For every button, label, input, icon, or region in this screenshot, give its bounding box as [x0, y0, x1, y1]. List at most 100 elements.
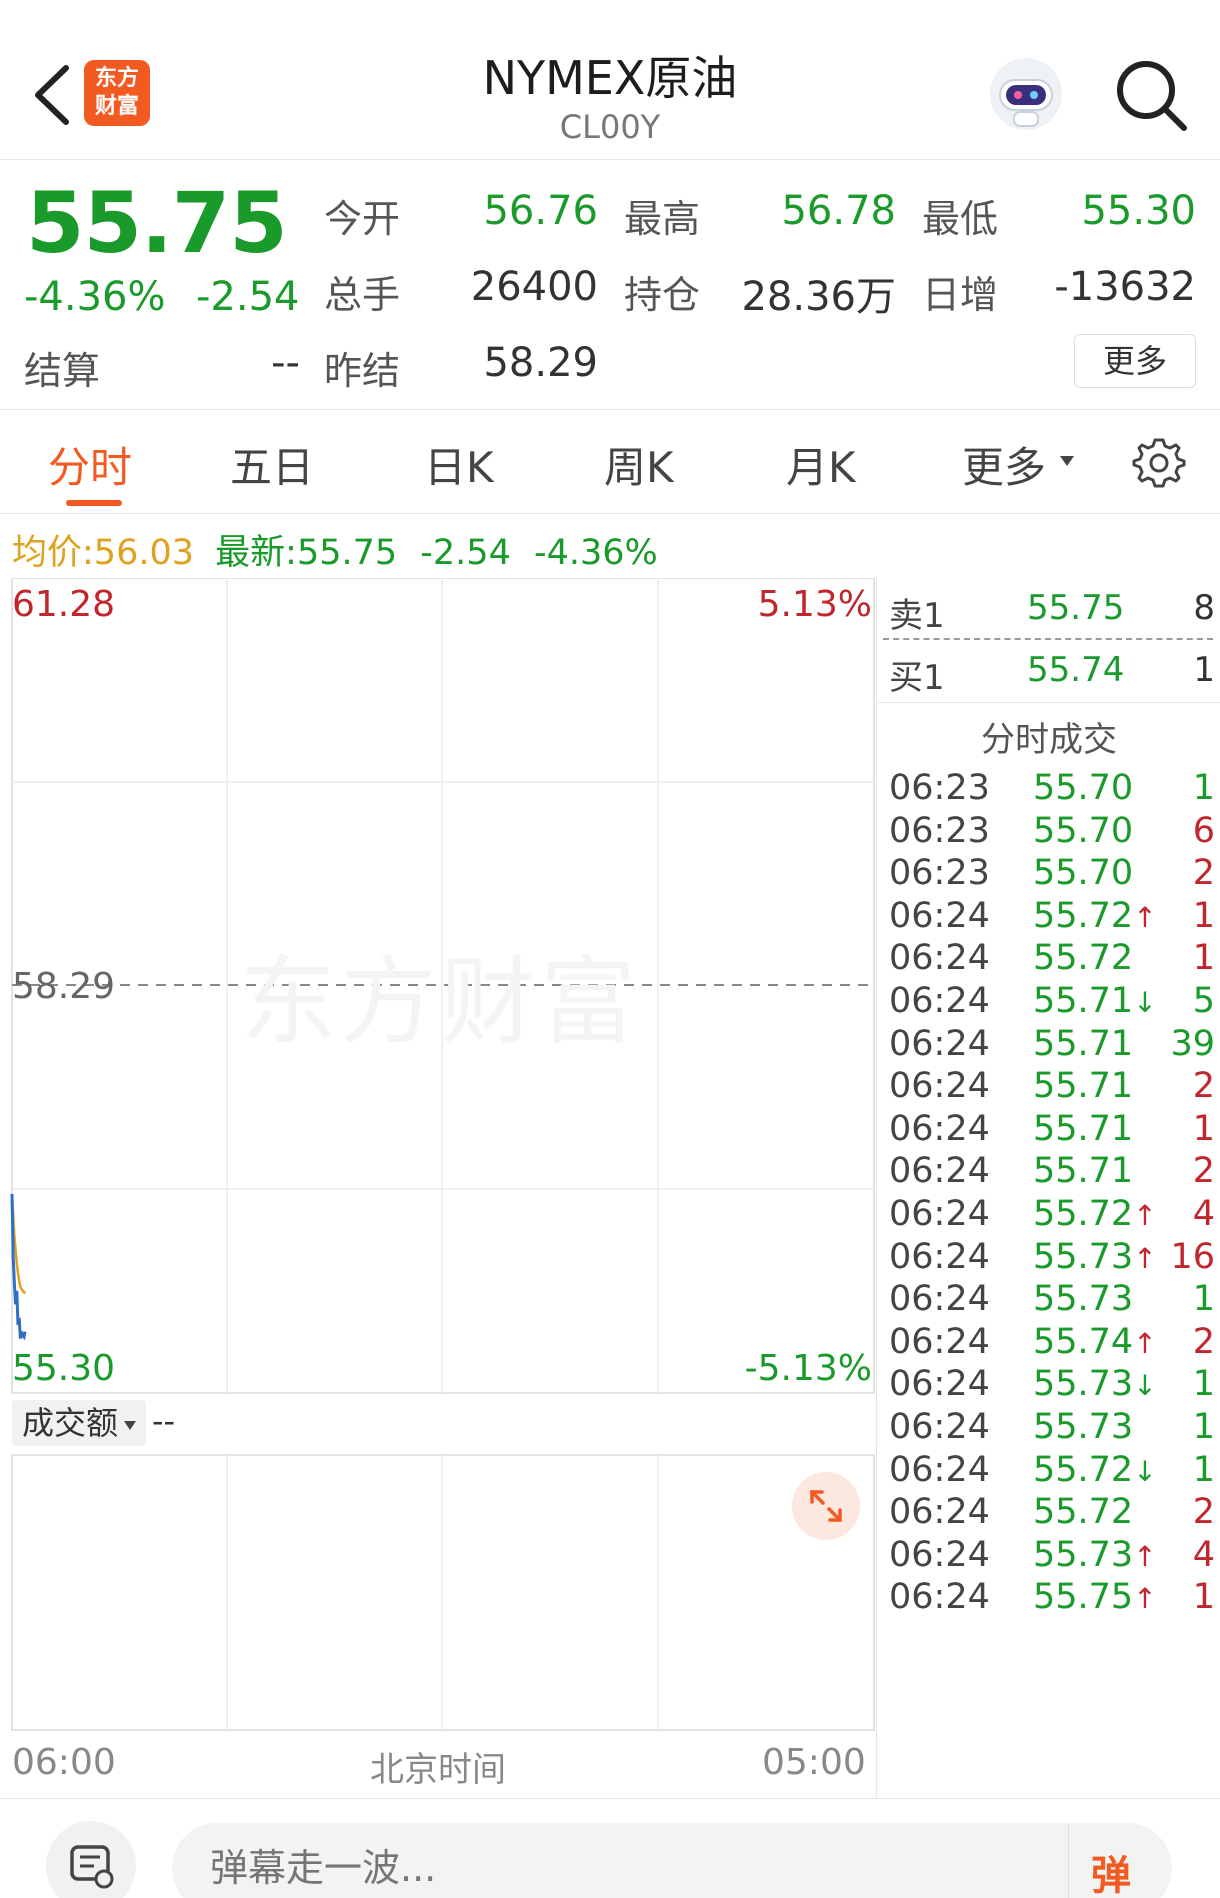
tick-row: 06:24 55.75↑ 1 — [883, 1577, 1220, 1629]
tick-price: 55.71 — [1033, 1109, 1133, 1149]
high-label: 最高 — [624, 197, 701, 241]
tab-daily-k[interactable]: 日K — [424, 434, 494, 495]
active-tab-indicator — [66, 500, 122, 506]
tick-price-value: 55.71 — [1033, 1108, 1134, 1149]
tick-price: 55.73 — [1033, 1279, 1133, 1319]
chart-info-line: 均价:56.03 最新:55.75 -2.54 -4.36% — [12, 524, 658, 575]
tab-weekly-k[interactable]: 周K — [604, 434, 674, 495]
header: 东方 财富 NYMEX原油 CL00Y — [0, 0, 1220, 160]
tick-time: 06:24 — [889, 1279, 990, 1320]
tick-volume: 4 — [1192, 1194, 1215, 1234]
daily-increase-label: 日增 — [922, 273, 999, 317]
tick-price: 55.71 — [1033, 1066, 1133, 1106]
settle-value: -- — [271, 340, 300, 386]
tick-volume: 1 — [1192, 1108, 1215, 1149]
reference-price-label: 58.29 — [12, 966, 116, 1007]
tab-five-day[interactable]: 五日 — [230, 434, 314, 495]
buy-1-label: 买1 — [889, 658, 945, 698]
volume-value: 26400 — [470, 264, 598, 310]
arrow-up-icon: ↑ — [1133, 1326, 1157, 1360]
tick-price: 55.75↑ — [1033, 1577, 1157, 1617]
tick-price: 55.72 — [1033, 1492, 1133, 1532]
danmu-button[interactable]: 弹 — [1068, 1823, 1172, 1898]
tick-time: 06:24 — [889, 1364, 990, 1405]
tick-price-value: 55.73 — [1033, 1534, 1134, 1575]
tick-time: 06:24 — [889, 1577, 990, 1618]
tick-time: 06:24 — [889, 938, 990, 979]
arrow-down-icon: ↓ — [1133, 986, 1157, 1019]
tick-price: 55.73↓ — [1033, 1364, 1157, 1404]
daily-increase-value: -13632 — [1054, 264, 1196, 310]
tab-intraday[interactable]: 分时 — [48, 434, 132, 495]
tick-volume: 1 — [1192, 768, 1215, 808]
intraday-chart[interactable] — [0, 578, 876, 1798]
tick-time: 06:24 — [889, 1534, 990, 1575]
gear-icon[interactable] — [1132, 436, 1186, 490]
tick-price: 55.73 — [1033, 1407, 1133, 1447]
danmu-input[interactable] — [172, 1823, 1172, 1898]
buy-1-qty: 1 — [1193, 650, 1215, 690]
arrow-down-icon: ↓ — [1133, 1369, 1157, 1403]
pct-axis-top: 5.13% — [757, 584, 872, 625]
tick-price-value: 55.70 — [1033, 810, 1134, 851]
tick-time: 06:24 — [889, 981, 990, 1021]
tick-time: 06:24 — [889, 1151, 990, 1192]
bottom-bar: 弹 — [0, 1798, 1220, 1898]
ticks-title: 分时成交 — [981, 720, 1117, 760]
tick-time: 06:24 — [889, 1449, 990, 1490]
tab-monthly-k[interactable]: 月K — [786, 434, 856, 495]
time-axis-zone: 北京时间 — [370, 1750, 506, 1790]
tick-price: 55.74↑ — [1033, 1322, 1157, 1362]
open-value: 56.76 — [483, 188, 598, 234]
volume-label: 总手 — [324, 273, 401, 317]
high-value: 56.78 — [781, 188, 896, 234]
tick-time: 06:24 — [889, 1194, 990, 1234]
tick-price: 55.70 — [1033, 768, 1133, 808]
avg-price-label: 均价: — [12, 533, 94, 573]
tick-volume: 1 — [1192, 938, 1215, 979]
time-axis-start: 06:00 — [12, 1742, 116, 1783]
tick-volume: 1 — [1192, 1279, 1215, 1320]
volume-indicator-selector[interactable]: 成交额 — [12, 1400, 147, 1446]
latest-pct-change: -4.36% — [533, 533, 658, 573]
tab-more[interactable]: 更多 — [962, 434, 1046, 495]
arrow-up-icon: ↑ — [1133, 1539, 1157, 1573]
tick-volume: 1 — [1192, 1449, 1215, 1490]
robot-avatar-icon[interactable] — [984, 52, 1068, 136]
tick-volume: 2 — [1192, 1151, 1215, 1192]
tick-price: 55.72 — [1033, 938, 1133, 978]
caret-down-icon — [1060, 456, 1074, 466]
expand-icon[interactable] — [792, 1472, 860, 1540]
search-icon[interactable] — [1112, 56, 1192, 136]
more-quote-button[interactable]: 更多 — [1074, 334, 1196, 388]
comment-icon[interactable] — [46, 1821, 136, 1898]
app-root: 东方 财富 NYMEX原油 CL00Y 55.75 -4.36% -2.54 结… — [0, 0, 1220, 1898]
tick-price: 55.71 — [1033, 1151, 1133, 1191]
tick-volume: 39 — [1170, 1023, 1215, 1064]
tick-volume: 5 — [1192, 981, 1215, 1021]
sell-1-price: 55.75 — [1027, 588, 1125, 628]
prev-settle-label: 昨结 — [324, 349, 401, 393]
tick-time: 06:23 — [889, 768, 990, 808]
absolute-change: -2.54 — [196, 274, 300, 320]
tick-time: 06:24 — [889, 1407, 990, 1447]
tick-time: 06:24 — [889, 1066, 990, 1107]
tick-volume: 1 — [1192, 1407, 1215, 1447]
tick-price: 55.73↑ — [1033, 1237, 1157, 1277]
tick-time: 06:24 — [889, 1108, 990, 1149]
tick-volume: 16 — [1170, 1236, 1215, 1277]
arrow-up-icon: ↑ — [1133, 1199, 1157, 1232]
prev-settle-value: 58.29 — [483, 340, 598, 386]
watermark: 东方财富 — [240, 946, 640, 1058]
tick-price-value: 55.72 — [1033, 895, 1134, 936]
tick-time: 06:23 — [889, 853, 990, 894]
arrow-up-icon: ↑ — [1133, 900, 1157, 934]
tick-price-value: 55.71 — [1033, 1023, 1134, 1064]
quote-panel: 55.75 -4.36% -2.54 结算 -- 今开 56.76 最高 56.… — [0, 160, 1220, 410]
tick-price-value: 55.70 — [1033, 853, 1134, 894]
caret-down-icon — [124, 1420, 137, 1430]
orderbook-separator — [883, 638, 1213, 640]
tick-price: 55.72↑ — [1033, 1194, 1157, 1234]
sell-1-label: 卖1 — [889, 596, 945, 636]
tick-price-value: 55.71 — [1033, 981, 1134, 1021]
